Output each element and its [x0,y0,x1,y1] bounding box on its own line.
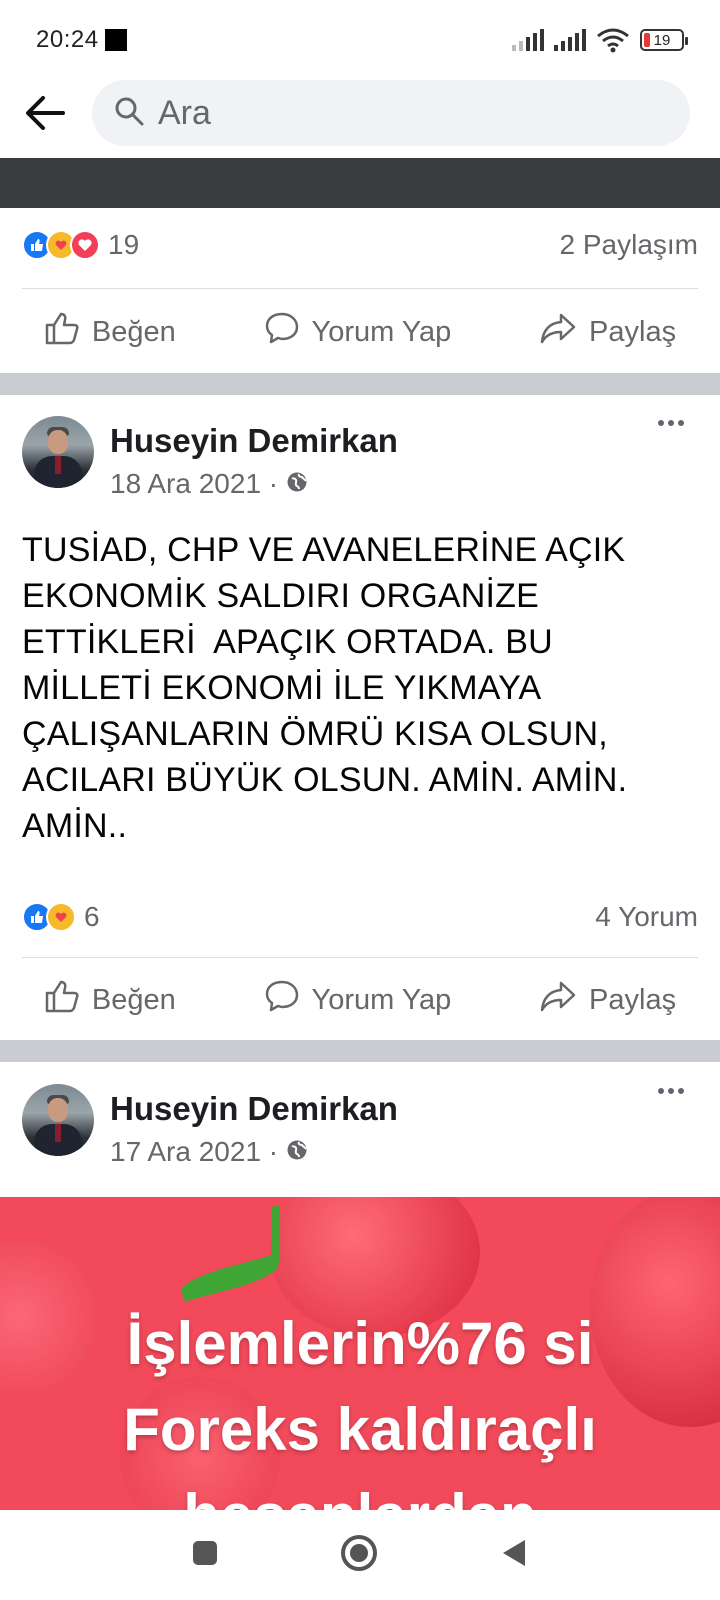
post-header: Huseyin Demirkan 17 Ara 2021 · [22,1084,698,1167]
leaf-shape [178,1254,282,1302]
reaction-icons [22,230,100,260]
image-text-line: hesaplardan [0,1481,720,1510]
square-icon[interactable] [191,1539,219,1572]
divider [22,288,698,289]
reaction-count: 19 [108,229,140,260]
status-time: 20:24 [36,26,99,53]
reaction-summary[interactable]: 19 2 Paylaşım [22,220,698,270]
like-label: Beğen [91,315,176,348]
like-button[interactable]: Beğen [44,979,176,1021]
image-text-line: Foreks kaldıraçlı [123,1396,597,1463]
comment-count[interactable]: 4 Yorum [595,901,698,933]
post-text-line: ACILARI BÜYÜK OLSUN. AMİN. AMİN. [22,761,628,799]
signal-icon-2 [554,29,586,51]
post-text: TUSİAD, CHP VE AVANELERİNE AÇIK EKONOMİK… [22,527,690,849]
post-text-line: EKONOMİK SALDIRI ORGANİZE [22,577,539,615]
author-name[interactable]: Huseyin Demirkan [110,422,398,460]
post-image[interactable]: İşlemlerin%76 si Foreks kaldıraçlı hesap… [0,1197,720,1510]
more-dots-icon[interactable] [658,420,684,426]
share-arrow-icon [539,311,577,353]
back-arrow-icon[interactable] [24,92,66,134]
divider [22,957,698,958]
comment-button[interactable]: Yorum Yap [264,979,452,1021]
previous-post-media [0,158,720,208]
post-date-text: 18 Ara 2021 · [110,468,279,499]
action-row: Beğen Yorum Yap Paylaş [0,960,720,1040]
avatar[interactable] [22,1084,94,1156]
triangle-icon[interactable] [499,1537,529,1574]
search-icon [114,96,144,131]
post-separator [0,1040,720,1062]
signal-icon [512,29,544,51]
comment-label: Yorum Yap [311,315,452,348]
avatar[interactable] [22,416,94,488]
author-name[interactable]: Huseyin Demirkan [110,1090,398,1128]
battery-level: 19 [653,31,671,49]
stem-shape [272,1205,280,1265]
comment-label: Yorum Yap [311,983,452,1016]
reaction-icons [22,902,76,932]
post-meta: Huseyin Demirkan 17 Ara 2021 · [110,1084,398,1167]
status-bar: 20:24 19 [0,0,720,80]
love-reaction-icon [70,230,100,260]
wifi-icon [596,27,630,53]
action-row: Beğen Yorum Yap Paylaş [0,292,720,372]
post-date[interactable]: 18 Ara 2021 · [110,468,398,500]
post-meta: Huseyin Demirkan 18 Ara 2021 · [110,416,398,499]
post-text-line: ÇALIŞANLARIN ÖMRÜ KISA OLSUN, [22,715,608,753]
reaction-summary[interactable]: 6 4 Yorum [22,892,698,942]
post-text-line: ETTİKLERİ APAÇIK ORTADA. BU [22,623,553,661]
post-text-line: AMİN.. [22,807,128,845]
globe-icon [286,1136,308,1168]
thumbs-up-icon [44,979,80,1021]
post-date[interactable]: 17 Ara 2021 · [110,1136,398,1168]
post-date-text: 17 Ara 2021 · [110,1136,279,1167]
image-text-line: İşlemlerin%76 si [126,1310,594,1377]
circle-icon[interactable] [339,1533,379,1578]
post-text-line: MİLLETİ EKONOMİ İLE YIKMAYA [22,669,542,707]
system-nav-bar [0,1510,720,1600]
comment-button[interactable]: Yorum Yap [264,311,452,353]
share-count[interactable]: 2 Paylaşım [560,229,699,261]
notification-icon [104,29,127,51]
more-dots-icon[interactable] [658,1088,684,1094]
search-bar[interactable] [92,80,690,146]
reaction-count: 6 [84,901,100,932]
search-header [0,78,720,148]
battery-icon: 19 [640,29,688,51]
share-label: Paylaş [589,315,677,348]
share-arrow-icon [539,979,577,1021]
like-button[interactable]: Beğen [44,311,176,353]
comment-bubble-icon [264,979,300,1021]
search-input[interactable] [158,93,578,133]
globe-icon [286,468,308,500]
post-text-line: TUSİAD, CHP VE AVANELERİNE AÇIK [22,531,626,569]
post-header: Huseyin Demirkan 18 Ara 2021 · [22,416,698,499]
care-reaction-icon [46,902,76,932]
post-separator [0,373,720,395]
share-button[interactable]: Paylaş [539,311,676,353]
status-icons: 19 [512,27,688,53]
like-label: Beğen [91,983,176,1016]
share-button[interactable]: Paylaş [539,979,676,1021]
thumbs-up-icon [44,311,80,353]
share-label: Paylaş [589,983,677,1016]
comment-bubble-icon [264,311,300,353]
